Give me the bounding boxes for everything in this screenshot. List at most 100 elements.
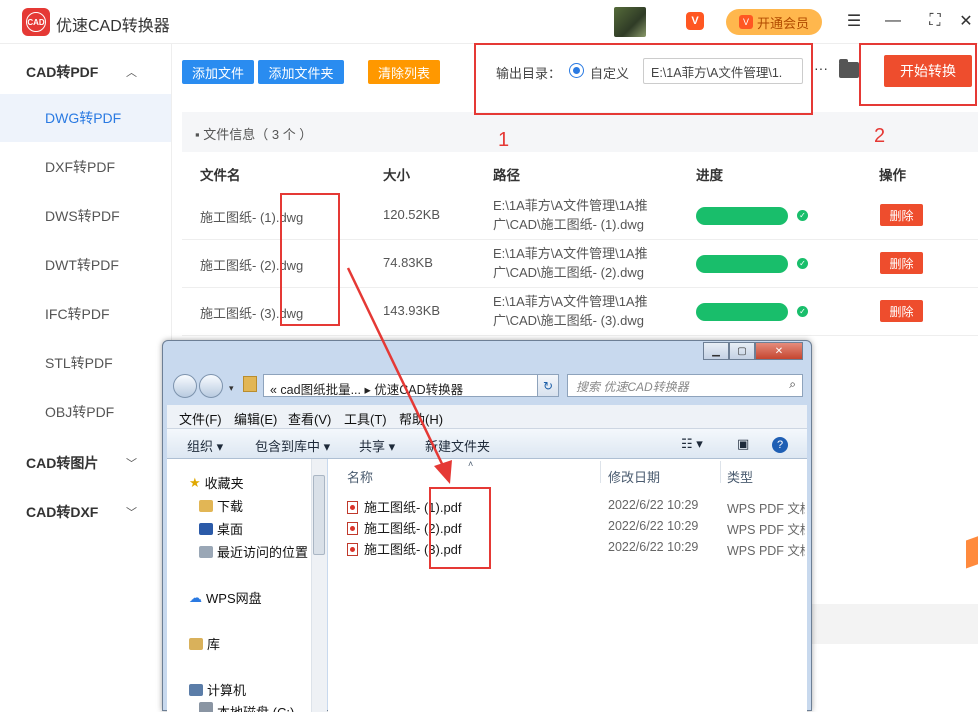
nav-computer[interactable]: 计算机 xyxy=(189,680,246,699)
sidebar-group-cad-to-pdf[interactable]: CAD转PDF xyxy=(26,62,98,82)
menu-view[interactable]: 查看(V) xyxy=(288,409,331,428)
organize-button[interactable]: 组织 ▾ xyxy=(187,436,223,455)
clear-list-button[interactable]: 清除列表 xyxy=(368,60,440,84)
nav-library[interactable]: 库 xyxy=(189,634,220,653)
nav-favorites[interactable]: ★ 收藏夹 xyxy=(189,473,244,492)
sidebar-item-ifc-to-pdf[interactable]: IFC转PDF xyxy=(0,290,171,338)
address-text: « cad图纸批量... ▸ 优速CAD转换器 xyxy=(270,383,464,397)
sidebar-item-dwg-to-pdf[interactable]: DWG转PDF xyxy=(0,94,171,142)
column-header-type[interactable]: 类型 xyxy=(727,467,753,486)
chevron-up-icon[interactable]: ︿ xyxy=(126,64,137,80)
view-options-icon[interactable]: ☷ ▾ xyxy=(681,436,703,452)
help-icon[interactable]: ? xyxy=(772,437,788,453)
chevron-down-icon[interactable]: ﹀ xyxy=(126,455,137,471)
file-size: 74.83KB xyxy=(383,255,433,270)
search-placeholder: 搜索 优速CAD转换器 xyxy=(576,380,689,394)
progress-bar xyxy=(696,207,788,225)
pdf-file-icon xyxy=(347,543,358,556)
more-options-button[interactable]: ··· xyxy=(814,60,828,76)
app-window: CAD 优速CAD转换器 V V 开通会员 ☰ — ⛶ ✕ CAD转PDF ︿ D… xyxy=(0,0,978,712)
delete-button[interactable]: 删除 xyxy=(880,300,923,322)
pdf-file-icon xyxy=(347,501,358,514)
folder-icon[interactable] xyxy=(839,59,859,78)
nav-recent[interactable]: 最近访问的位置 xyxy=(199,542,308,561)
footer-strip xyxy=(812,604,978,644)
file-path-line: E:\1A菲方\A文件管理\1A推 xyxy=(493,198,648,213)
nav-downloads-label: 下载 xyxy=(217,499,244,514)
check-icon: ✓ xyxy=(797,210,808,221)
nav-scrollbar-thumb[interactable] xyxy=(313,475,325,555)
add-file-button[interactable]: 添加文件 xyxy=(182,60,254,84)
history-dropdown-icon[interactable]: ▾ xyxy=(229,383,234,394)
address-bar[interactable]: « cad图纸批量... ▸ 优速CAD转换器▾ xyxy=(263,374,559,397)
sidebar-item-dxf-to-pdf[interactable]: DXF转PDF xyxy=(0,143,171,191)
add-folder-button[interactable]: 添加文件夹 xyxy=(258,60,344,84)
sidebar-item-obj-to-pdf[interactable]: OBJ转PDF xyxy=(0,388,171,436)
minimize-icon[interactable]: — xyxy=(881,10,905,32)
close-icon[interactable]: ✕ xyxy=(954,10,978,32)
delete-button[interactable]: 删除 xyxy=(880,252,923,274)
annotation-box-dwg xyxy=(280,193,340,326)
column-header-modified[interactable]: 修改日期 xyxy=(608,467,660,486)
fullscreen-icon[interactable]: ⛶ xyxy=(923,10,947,32)
menu-help[interactable]: 帮助(H) xyxy=(399,409,443,428)
back-icon[interactable] xyxy=(173,374,197,398)
annotation-box-pdf xyxy=(429,487,491,569)
preview-pane-icon[interactable]: ▣ xyxy=(737,436,749,452)
annotation-number-2: 2 xyxy=(874,125,886,147)
menu-icon[interactable]: ☰ xyxy=(842,10,866,32)
nav-wps-cloud[interactable]: ☁ WPS网盘 xyxy=(189,588,262,607)
file-info-count: 文件信息（ 3 个 ） xyxy=(203,127,313,142)
vip-button[interactable]: V 开通会员 xyxy=(726,9,822,35)
app-title: 优速CAD转换器 xyxy=(56,18,170,35)
chevron-down-icon[interactable]: ﹀ xyxy=(126,504,137,520)
user-avatar[interactable] xyxy=(614,7,646,37)
column-header-path: 路径 xyxy=(493,168,520,183)
sidebar-item-stl-to-pdf[interactable]: STL转PDF xyxy=(0,339,171,387)
cloud-icon: ☁ xyxy=(189,589,202,605)
menu-tools[interactable]: 工具(T) xyxy=(344,409,387,428)
file-info-title: ▪ 文件信息（ 3 个 ） xyxy=(195,124,312,143)
explorer-close-icon[interactable]: ✕ xyxy=(755,342,803,360)
file-path-line: E:\1A菲方\A文件管理\1A推 xyxy=(493,294,648,309)
annotation-box-start xyxy=(859,43,977,106)
explorer-minimize-icon[interactable]: ▁ xyxy=(703,342,729,360)
menu-file[interactable]: 文件(F) xyxy=(179,409,222,428)
explorer-file-type: WPS PDF 文档 xyxy=(727,523,805,537)
nav-library-label: 库 xyxy=(207,637,221,652)
include-in-library-button[interactable]: 包含到库中 ▾ xyxy=(255,436,330,455)
explorer-file-date: 2022/6/22 10:29 xyxy=(608,498,699,512)
navigation-pane xyxy=(167,459,327,712)
menu-edit[interactable]: 编辑(E) xyxy=(234,409,277,428)
star-icon: ★ xyxy=(189,474,201,490)
forward-icon[interactable] xyxy=(199,374,223,398)
sidebar-item-dws-to-pdf[interactable]: DWS转PDF xyxy=(0,192,171,240)
downloads-icon xyxy=(199,499,213,512)
sidebar-item-dwt-to-pdf[interactable]: DWT转PDF xyxy=(0,241,171,289)
delete-button[interactable]: 删除 xyxy=(880,204,923,226)
explorer-file-type: WPS PDF 文档 xyxy=(727,502,805,516)
file-size: 120.52KB xyxy=(383,207,441,222)
explorer-maximize-icon[interactable]: ▢ xyxy=(729,342,755,360)
nav-desktop[interactable]: 桌面 xyxy=(199,519,243,538)
file-path-line: 广\CAD\施工图纸- (1).dwg xyxy=(493,217,644,232)
refresh-icon[interactable]: ↻ xyxy=(537,374,559,397)
sidebar-group-cad-to-image[interactable]: CAD转图片 xyxy=(26,453,98,473)
column-separator xyxy=(720,461,721,483)
search-icon[interactable]: ⌕ xyxy=(789,377,796,392)
vip-badge-icon[interactable]: V xyxy=(686,12,704,30)
new-folder-button[interactable]: 新建文件夹 xyxy=(425,436,490,455)
explorer-file-type: WPS PDF 文档 xyxy=(727,544,805,558)
progress-bar xyxy=(696,303,788,321)
explorer-file-date: 2022/6/22 10:29 xyxy=(608,540,699,554)
column-header-filename[interactable]: 名称 xyxy=(347,467,373,486)
share-button[interactable]: 共享 ▾ xyxy=(359,436,395,455)
search-input[interactable]: 搜索 优速CAD转换器 ⌕ xyxy=(567,374,803,397)
sidebar-group-cad-to-dxf[interactable]: CAD转DXF xyxy=(26,502,98,522)
column-separator xyxy=(600,461,601,483)
file-path: E:\1A菲方\A文件管理\1A推 广\CAD\施工图纸- (3).dwg xyxy=(493,292,648,330)
nav-downloads[interactable]: 下载 xyxy=(199,496,243,515)
nav-favorites-label: 收藏夹 xyxy=(204,476,244,491)
app-logo: CAD xyxy=(22,8,50,36)
explorer-window: ▁ ▢ ✕ ▾ « cad图纸批量... ▸ 优速CAD转换器▾ ↻ 搜索 优速… xyxy=(162,340,812,712)
